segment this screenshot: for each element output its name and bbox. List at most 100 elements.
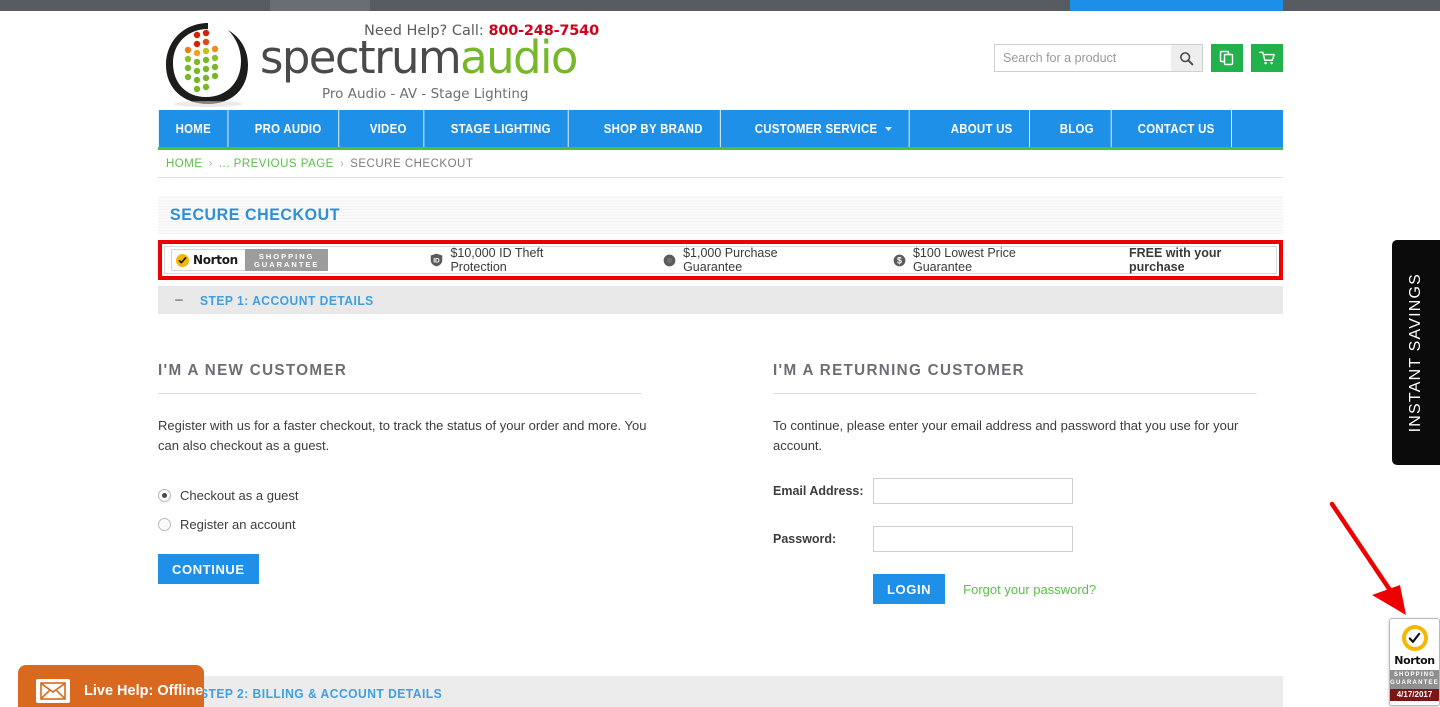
breadcrumb-home[interactable]: HOME xyxy=(166,158,203,170)
compare-pages-icon xyxy=(1219,50,1235,66)
trust-item-label: $1,000 Purchase Guarantee xyxy=(683,246,835,274)
norton-badge-brand: Norton xyxy=(171,249,245,271)
radio-indicator[interactable] xyxy=(158,518,171,531)
radio-register-an-account[interactable]: Register an account xyxy=(158,517,667,532)
norton-name: Norton xyxy=(193,253,238,267)
nav-label: VIDEO xyxy=(370,121,407,136)
trust-item-label: $10,000 ID Theft Protection xyxy=(450,246,598,274)
norton-trust-bar: Norton SHOPPING GUARANTEE ID $10,000 xyxy=(164,246,1277,274)
norton-guarantee-block: SHOPPING GUARANTEE xyxy=(245,249,329,271)
red-arrow-annotation xyxy=(1310,489,1430,624)
breadcrumb-current: SECURE CHECKOUT xyxy=(350,158,473,170)
norton-shopping-guarantee-badge[interactable]: Norton SHOPPING GUARANTEE xyxy=(171,249,328,271)
trust-bar-highlight: Norton SHOPPING GUARANTEE ID $10,000 xyxy=(158,240,1283,280)
cart-button[interactable] xyxy=(1251,44,1283,72)
nav-item-contact-us[interactable]: CONTACT US xyxy=(1121,110,1232,147)
live-help-label: Live Help: Offline xyxy=(84,683,203,699)
norton-seal-guarantee: SHOPPING GUARANTEE xyxy=(1390,670,1439,689)
phone-number[interactable]: 800-248-7540 xyxy=(488,23,599,39)
nav-item-blog[interactable]: BLOG xyxy=(1043,110,1111,147)
svg-text:ID: ID xyxy=(434,258,441,265)
coin-icon xyxy=(663,254,676,267)
step-2-header[interactable]: + STEP 2: BILLING & ACCOUNT DETAILS xyxy=(158,676,1283,707)
nav-label: HOME xyxy=(176,121,211,136)
search-icon xyxy=(1179,51,1194,66)
step-1-header[interactable]: − STEP 1: ACCOUNT DETAILS xyxy=(158,286,1283,314)
radio-checkout-as-guest[interactable]: Checkout as a guest xyxy=(158,488,667,503)
id-shield-icon-glyph: ID xyxy=(430,253,443,267)
password-row: Password: xyxy=(773,526,1282,552)
site-header: spectrumaudio Pro Audio - AV - Stage Lig… xyxy=(158,11,1283,110)
nav-label: PRO AUDIO xyxy=(255,121,322,136)
email-row: Email Address: xyxy=(773,478,1282,504)
page-title: SECURE CHECKOUT xyxy=(170,205,340,225)
checkmark-icon xyxy=(178,256,187,265)
radio-label: Register an account xyxy=(180,517,296,532)
password-field[interactable] xyxy=(873,526,1073,552)
nav-label: CONTACT US xyxy=(1138,121,1215,136)
email-field[interactable] xyxy=(873,478,1073,504)
search-input[interactable] xyxy=(994,44,1171,72)
page-canvas: spectrumaudio Pro Audio - AV - Stage Lig… xyxy=(0,11,1440,707)
norton-seal-badge[interactable]: Norton SHOPPING GUARANTEE 4/17/2017 xyxy=(1389,618,1440,706)
norton-seal-ring-inner xyxy=(1406,629,1424,647)
browser-tab-active[interactable] xyxy=(1070,0,1283,11)
dollar-circle-icon-glyph: $ xyxy=(893,254,906,267)
nav-item-about-us[interactable]: ABOUT US xyxy=(934,110,1030,147)
nav-label: SHOP BY BRAND xyxy=(604,121,703,136)
norton-seal-ring xyxy=(1402,625,1428,651)
trust-item-lowest-price: $ $100 Lowest Price Guarantee xyxy=(893,246,1073,274)
main-navigation: HOME PRO AUDIO VIDEO STAGE LIGHTING SHOP… xyxy=(158,110,1283,150)
need-help-phone: Need Help? Call: 800-248-7540 xyxy=(364,23,599,39)
live-help-widget[interactable]: Live Help: Offline xyxy=(18,665,204,707)
envelope-icon-glyph xyxy=(40,682,66,700)
password-label: Password: xyxy=(773,532,873,546)
norton-seal-line2: GUARANTEE xyxy=(1390,680,1439,688)
continue-button[interactable]: CONTINUE xyxy=(158,554,259,584)
nav-label: CUSTOMER SERVICE xyxy=(755,121,878,136)
email-label: Email Address: xyxy=(773,484,873,498)
login-button[interactable]: LOGIN xyxy=(873,574,945,604)
norton-seal-name: Norton xyxy=(1394,654,1434,667)
login-row: LOGIN Forgot your password? xyxy=(773,574,1282,604)
trust-free-note: FREE with your purchase xyxy=(1129,246,1276,274)
nav-label: ABOUT US xyxy=(950,121,1012,136)
breadcrumb: HOME › ... PREVIOUS PAGE › SECURE CHECKO… xyxy=(158,150,1283,178)
nav-label: BLOG xyxy=(1060,121,1094,136)
new-customer-intro: Register with us for a faster checkout, … xyxy=(158,416,667,456)
account-details-body: I'M A NEW CUSTOMER Register with us for … xyxy=(158,314,1283,604)
step-2-label: STEP 2: BILLING & ACCOUNT DETAILS xyxy=(200,686,442,701)
shopping-cart-icon xyxy=(1259,50,1276,66)
returning-customer-intro: To continue, please enter your email add… xyxy=(773,416,1282,456)
forgot-password-link[interactable]: Forgot your password? xyxy=(963,582,1096,597)
logo-wordmark: spectrumaudio xyxy=(260,35,577,80)
nav-item-customer-service[interactable]: CUSTOMER SERVICE xyxy=(738,110,910,147)
nav-item-pro-audio[interactable]: PRO AUDIO xyxy=(238,110,339,147)
browser-tab-inactive[interactable] xyxy=(270,0,370,11)
logo-tagline: Pro Audio - AV - Stage Lighting xyxy=(322,86,528,102)
step-1-toggle-icon[interactable]: − xyxy=(158,293,200,308)
nav-item-home[interactable]: HOME xyxy=(158,110,229,147)
nav-item-video[interactable]: VIDEO xyxy=(353,110,424,147)
coin-icon-glyph xyxy=(663,254,676,267)
svg-text:$: $ xyxy=(897,255,902,265)
checkmark-icon xyxy=(1408,632,1421,645)
chevron-down-icon xyxy=(886,127,893,131)
breadcrumb-separator: › xyxy=(340,158,344,170)
nav-item-shop-by-brand[interactable]: SHOP BY BRAND xyxy=(587,110,720,147)
norton-seal-line1: SHOPPING xyxy=(1390,672,1439,680)
radio-indicator[interactable] xyxy=(158,489,171,502)
browser-chrome-strip xyxy=(0,0,1440,11)
compare-button[interactable] xyxy=(1211,44,1243,72)
envelope-icon xyxy=(36,679,70,703)
trust-item-id-theft: ID $10,000 ID Theft Protection xyxy=(430,246,598,274)
instant-savings-label: INSTANT SAVINGS xyxy=(1407,273,1425,432)
breadcrumb-previous[interactable]: ... PREVIOUS PAGE xyxy=(219,158,334,170)
norton-seal-date: 4/17/2017 xyxy=(1390,689,1439,701)
step-1-label: STEP 1: ACCOUNT DETAILS xyxy=(200,293,374,308)
search-button[interactable] xyxy=(1171,44,1203,72)
trust-item-label: $100 Lowest Price Guarantee xyxy=(913,246,1073,274)
need-help-label: Need Help? Call: xyxy=(364,23,484,39)
nav-item-stage-lighting[interactable]: STAGE LIGHTING xyxy=(434,110,568,147)
instant-savings-tab[interactable]: INSTANT SAVINGS xyxy=(1392,240,1440,465)
